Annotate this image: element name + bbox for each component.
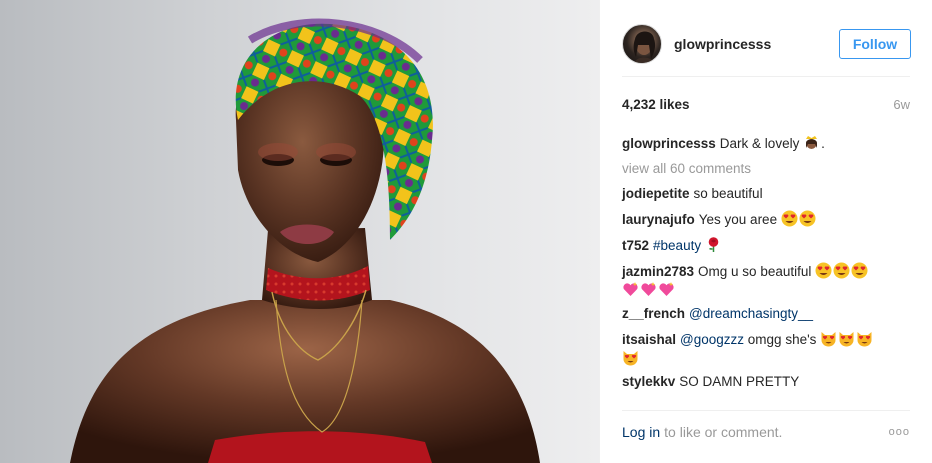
sparkling-heart-emoji-icon [640,281,657,298]
sparkling-heart-emoji-icon [658,281,675,298]
caption-username[interactable]: glowprincesss [622,136,716,151]
login-link[interactable]: Log in [622,424,660,440]
comment-username[interactable]: z__french [622,306,685,321]
instagram-post: glowprincesss Follow 4,232 likes 6w glow… [0,0,932,463]
comment-text: Omg u so beautiful [698,264,812,279]
comment-username[interactable]: stylekkv [622,374,675,389]
author-username[interactable]: glowprincesss [674,36,771,52]
comment-username[interactable]: jodiepetite [622,186,690,201]
login-prompt: to like or comment. [664,424,783,440]
rose-emoji-icon [705,236,722,253]
sparkling-heart-emoji-icon [622,281,639,298]
comment-text: omgg she's [747,332,817,347]
heart-eyes-cat-emoji-icon [856,330,873,347]
caption-text: Dark & lovely [719,136,800,151]
heart-eyes-emoji-icon [799,210,816,227]
woman-with-crown-emoji-icon [803,134,820,151]
footer-divider [622,410,910,411]
comment-username[interactable]: jazmin2783 [622,264,694,279]
comment-username[interactable]: itsaishal [622,332,676,347]
like-count[interactable]: 4,232 likes [622,97,690,112]
post-photo[interactable] [0,0,599,463]
portrait-illustration [70,18,540,463]
more-options-icon[interactable]: ooo [889,426,910,438]
heart-eyes-emoji-icon [833,262,850,279]
heart-eyes-emoji-icon [781,210,798,227]
avatar-portrait-icon [633,31,656,63]
post-age[interactable]: 6w [893,97,910,112]
comment-item: t752 #beauty [622,236,910,255]
avatar[interactable] [622,24,662,64]
comment-text: Yes you aree [698,212,778,227]
mention-link[interactable]: @dreamchasingty__ [689,306,813,321]
comment-username[interactable]: laurynajufo [622,212,695,227]
caption-suffix: . [821,136,825,151]
caption: glowprincesss Dark & lovely . [622,134,910,153]
comment-item: jazmin2783 Omg u so beautiful [622,262,910,300]
heart-eyes-emoji-icon [815,262,832,279]
comment-text: SO DAMN PRETTY [679,374,800,389]
heart-eyes-cat-emoji-icon [838,330,855,347]
comment-item: z__french @dreamchasingty__ [622,305,910,323]
heart-eyes-cat-emoji-icon [622,349,639,366]
comment-list: glowprincesss Dark & lovely . view all 60… [622,134,910,398]
heart-eyes-cat-emoji-icon [820,330,837,347]
comment-item: laurynajufo Yes you aree [622,210,910,229]
comment-username[interactable]: t752 [622,238,649,253]
hashtag-link[interactable]: #beauty [653,238,701,253]
heart-eyes-emoji-icon [851,262,868,279]
header-divider [622,76,910,77]
follow-button[interactable]: Follow [839,29,911,59]
post-header: glowprincesss Follow [622,14,911,74]
comment-text: so beautiful [693,186,763,201]
post-stats: 4,232 likes 6w [622,97,910,112]
comment-item: jodiepetite so beautiful [622,185,910,203]
post-footer: Log in to like or comment. ooo [622,422,910,442]
comment-item: stylekkv SO DAMN PRETTY [622,373,910,391]
post-sidebar: glowprincesss Follow 4,232 likes 6w glow… [599,0,932,463]
mention-link[interactable]: @googzzz [680,332,744,347]
view-all-comments-link[interactable]: view all 60 comments [622,160,910,178]
comment-item: itsaishal @googzzz omgg she's [622,330,910,368]
